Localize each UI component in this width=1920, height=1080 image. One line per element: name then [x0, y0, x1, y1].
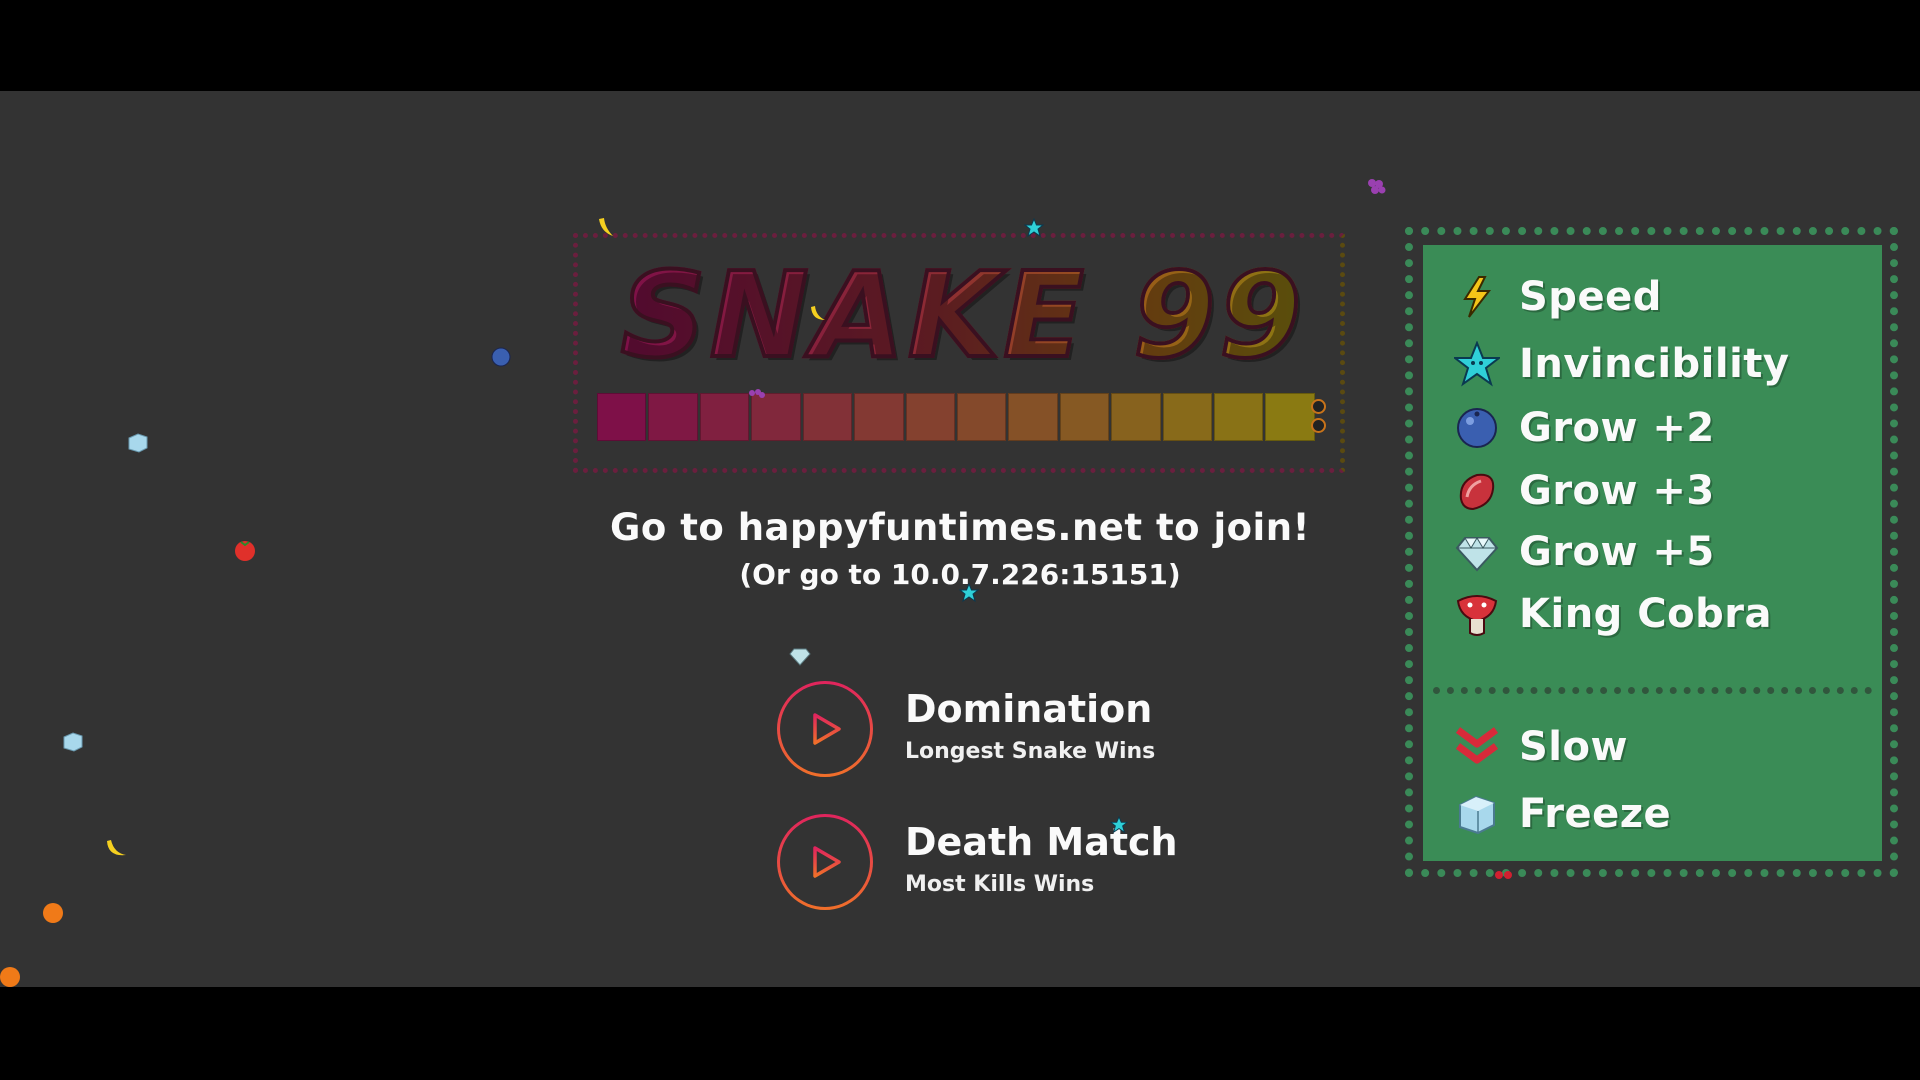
mode-title: Domination [905, 687, 1153, 731]
mode-subtitle: Longest Snake Wins [905, 739, 1156, 764]
snake-segment [956, 393, 1007, 441]
play-icon [813, 846, 841, 878]
legend-label: Invincibility [1519, 341, 1790, 387]
snake-segment [802, 393, 853, 441]
legend-item-freeze: Freeze [1453, 786, 1671, 842]
join-instructions: Go to happyfuntimes.net to join! [610, 506, 1310, 549]
star-icon [1110, 816, 1128, 834]
legend-item-invincibility: Invincibility [1453, 336, 1790, 392]
tomato-icon [235, 541, 255, 561]
ice-cube-icon [63, 732, 83, 752]
legend-item-speed: Speed [1453, 269, 1662, 325]
snake-segment [1162, 393, 1213, 441]
snake-segment [854, 393, 904, 441]
legend-divider [1433, 687, 1872, 694]
ice-cube-icon [1459, 795, 1495, 835]
chevron-down-icon [1455, 727, 1499, 764]
ice-cube-icon [128, 433, 148, 453]
legend-label: Grow +5 [1519, 529, 1715, 575]
legend-label: Freeze [1519, 791, 1672, 837]
play-icon [813, 713, 841, 745]
snake-eye [1311, 418, 1326, 433]
mode-death-match[interactable]: Death Match Most Kills Wins [777, 814, 1337, 914]
banana-icon [811, 306, 825, 320]
snake-segment [1111, 393, 1161, 441]
legend-label: Slow [1519, 724, 1628, 770]
legend-item-grow-5: Grow +5 [1453, 524, 1715, 580]
star-icon [1454, 341, 1500, 387]
star-icon [959, 583, 979, 603]
star-icon [1024, 218, 1044, 238]
snake-segment [699, 393, 750, 441]
orange-icon [0, 967, 20, 987]
play-button-domination[interactable] [777, 681, 873, 777]
mode-subtitle: Most Kills Wins [905, 872, 1095, 897]
game-stage: SNAKE 99 Go to happyfuntimes.net to join… [0, 91, 1920, 987]
meat-icon [1459, 473, 1495, 511]
snake-segment [1059, 393, 1110, 441]
snake-segment [1265, 393, 1315, 441]
blueberry-icon [491, 347, 511, 367]
snake-segment [648, 393, 698, 441]
grapes-icon [1368, 179, 1386, 194]
grapes-icon [749, 389, 765, 398]
play-button-death-match[interactable] [777, 814, 873, 910]
snake-segment [905, 393, 955, 441]
snake-segment [1008, 393, 1058, 441]
title-box: SNAKE 99 [573, 233, 1345, 473]
banana-icon [107, 840, 126, 856]
legend-label: Grow +3 [1519, 468, 1715, 514]
banana-icon [599, 218, 613, 236]
snake-eye [1311, 399, 1326, 414]
title-snake-graphic [597, 393, 1317, 443]
diamond-icon [1455, 537, 1499, 572]
legend-item-grow-3: Grow +3 [1453, 463, 1715, 519]
cherry-icon [1495, 871, 1512, 879]
game-logo: SNAKE 99 [598, 254, 1328, 376]
lightning-bolt-icon [1463, 276, 1492, 318]
snake-segment [1214, 393, 1264, 441]
legend-item-slow: Slow [1453, 719, 1628, 775]
mode-domination[interactable]: Domination Longest Snake Wins [777, 681, 1337, 781]
cobra-icon [1456, 595, 1498, 636]
snake-segment [751, 393, 801, 441]
legend-item-grow-2: Grow +2 [1453, 400, 1715, 456]
legend-label: King Cobra [1519, 591, 1772, 637]
orange-icon [43, 903, 63, 923]
legend-item-king-cobra: King Cobra [1453, 586, 1772, 642]
powerup-legend: Speed Invincibility Grow +2 Grow +3 Grow… [1405, 227, 1898, 877]
game-title: SNAKE 99 [619, 246, 1306, 384]
legend-label: Grow +2 [1519, 405, 1715, 451]
diamond-icon [789, 648, 811, 666]
blueberry-icon [1457, 408, 1497, 448]
legend-label: Speed [1519, 274, 1662, 320]
mode-title: Death Match [905, 820, 1178, 864]
snake-segment [597, 393, 647, 441]
